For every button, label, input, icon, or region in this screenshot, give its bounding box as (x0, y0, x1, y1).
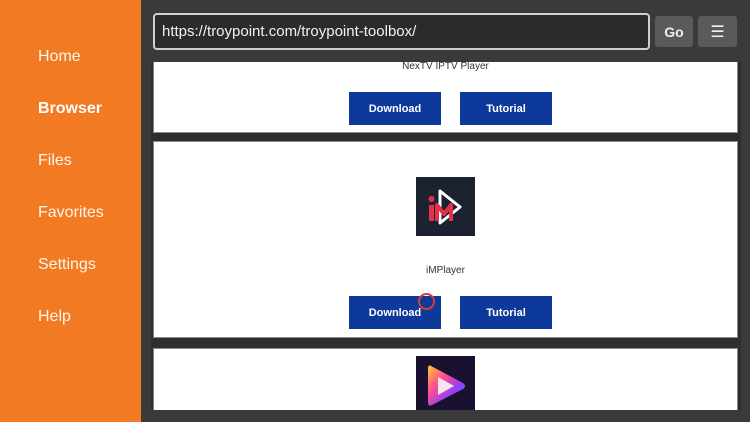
sidebar: Home Browser Files Favorites Settings He… (0, 0, 141, 422)
app-name: iMPlayer (426, 265, 465, 276)
go-button[interactable]: Go (655, 16, 693, 47)
url-input[interactable] (153, 13, 650, 50)
web-content[interactable]: NexTV IPTV Player Download Tutorial iMPl… (151, 62, 741, 410)
sidebar-item-settings[interactable]: Settings (38, 255, 96, 275)
browser-toolbar: Go ☰ (141, 0, 750, 62)
sidebar-item-browser[interactable]: Browser (38, 99, 102, 119)
colorful-play-logo-icon (416, 356, 475, 410)
implayer-logo-icon (416, 177, 475, 236)
app-card-nextv: NexTV IPTV Player Download Tutorial (153, 62, 738, 133)
app-name: NexTV IPTV Player (402, 62, 489, 72)
menu-button[interactable]: ☰ (698, 16, 737, 47)
sidebar-item-home[interactable]: Home (38, 47, 81, 67)
app-card-third (153, 348, 738, 410)
hamburger-menu-icon: ☰ (710, 22, 725, 41)
sidebar-item-help[interactable]: Help (38, 307, 71, 327)
sidebar-item-favorites[interactable]: Favorites (38, 203, 104, 223)
sidebar-item-files[interactable]: Files (38, 151, 72, 171)
tutorial-button[interactable]: Tutorial (460, 92, 552, 125)
app-card-implayer: iMPlayer Download Tutorial (153, 141, 738, 338)
download-button[interactable]: Download (349, 92, 441, 125)
focus-cursor (418, 293, 435, 310)
tutorial-button[interactable]: Tutorial (460, 296, 552, 329)
